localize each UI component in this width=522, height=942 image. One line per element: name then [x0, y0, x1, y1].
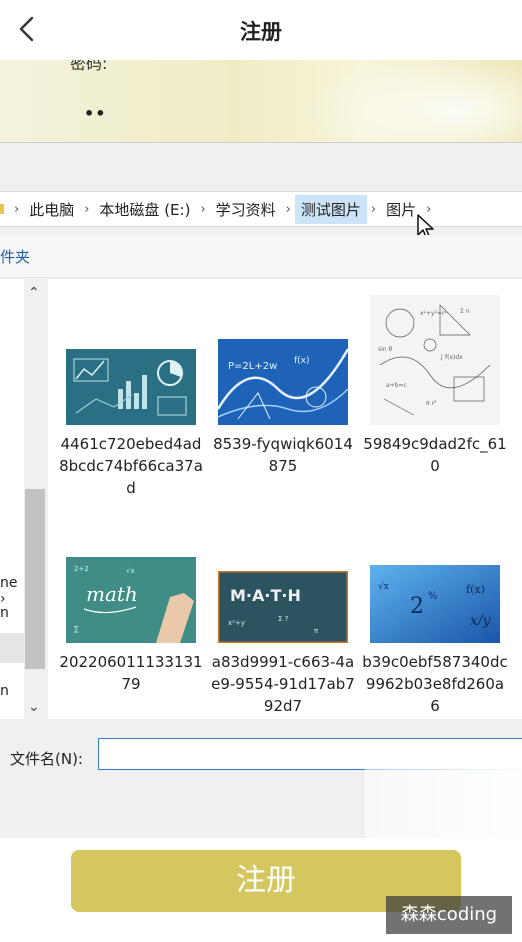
file-list-view: 4461c720ebed4ad8bcdc74bf66ca37ad P=2L+2w…: [48, 279, 522, 719]
decorative-swoosh: [312, 60, 522, 142]
navigation-pane[interactable]: ne › n n: [0, 279, 24, 719]
nav-scrollbar[interactable]: ⌃ ⌄: [24, 279, 46, 719]
svg-text:2+2: 2+2: [74, 565, 89, 573]
svg-text:∫ f(x)dx: ∫ f(x)dx: [440, 354, 463, 361]
svg-text:Σ ?: Σ ?: [278, 615, 289, 623]
image-thumbnail: [66, 349, 196, 425]
form-background: 密码: ••: [0, 60, 522, 142]
file-name: a83d9991-c663-4ae9-9554-91d17ab792d7: [211, 653, 355, 715]
file-item[interactable]: x²+y²=r² sin θ ∫ f(x)dx a+b=c π r² Σ n 59849…: [360, 295, 510, 477]
dialog-titlebar: [0, 143, 522, 189]
svg-text:x²+y: x²+y: [228, 619, 245, 627]
svg-text:f(x): f(x): [294, 356, 310, 366]
svg-text:math: math: [86, 582, 138, 606]
file-name: 20220601113313179: [59, 653, 203, 693]
breadcrumb-local-disk[interactable]: 本地磁盘 (E:): [93, 195, 196, 224]
scroll-down-icon[interactable]: ⌄: [28, 699, 40, 715]
file-name: 59849c9dad2fc_610: [363, 435, 507, 475]
password-field-value[interactable]: ••: [84, 104, 106, 123]
overlay-fade: [365, 755, 522, 838]
svg-text:M·A·T·H: M·A·T·H: [230, 586, 301, 605]
file-item[interactable]: 2 % f(x) x/y √x b39c0ebf587340dc9962b03e…: [360, 565, 510, 717]
filename-label: 文件名(N):: [10, 750, 83, 768]
folder-icon: [0, 204, 4, 214]
svg-text:x/y: x/y: [470, 613, 492, 629]
svg-text:f(x): f(x): [466, 583, 485, 596]
svg-text:Σ n: Σ n: [460, 308, 470, 315]
file-name: 4461c720ebed4ad8bcdc74bf66ca37ad: [59, 435, 203, 497]
new-folder-button[interactable]: 件夹: [0, 246, 30, 267]
svg-text:π r²: π r²: [426, 400, 437, 407]
nav-item-selected[interactable]: [0, 633, 24, 663]
chevron-right-icon[interactable]: ›: [80, 202, 93, 217]
chevron-right-icon[interactable]: ›: [196, 202, 209, 217]
file-name: b39c0ebf587340dc9962b03e8fd260a6: [362, 653, 508, 715]
chevron-right-icon[interactable]: ›: [10, 202, 23, 217]
breadcrumb-study-materials[interactable]: 学习资料: [210, 195, 282, 224]
svg-text:√x: √x: [126, 567, 135, 575]
image-thumbnail: 2 % f(x) x/y √x: [370, 565, 500, 643]
svg-text:2: 2: [410, 594, 424, 619]
chevron-right-icon[interactable]: ›: [282, 202, 295, 217]
svg-text:a+b=c: a+b=c: [386, 382, 407, 389]
file-item[interactable]: math 2+2 √x ∑ 20220601113313179: [56, 557, 206, 695]
nav-item[interactable]: ne ›: [0, 575, 24, 607]
svg-text:∑: ∑: [74, 625, 79, 633]
file-name: 8539-fyqwiqk6014875: [213, 435, 353, 475]
breadcrumb-this-pc[interactable]: 此电脑: [23, 195, 80, 224]
nav-item[interactable]: n: [0, 605, 9, 621]
file-open-dialog: › 此电脑 › 本地磁盘 (E:) › 学习资料 › 测试图片 › 图片 › 件…: [0, 142, 522, 838]
svg-text:P=2L+2w: P=2L+2w: [228, 361, 277, 372]
svg-text:√x: √x: [378, 581, 389, 592]
page-title: 注册: [240, 20, 282, 44]
file-item[interactable]: 4461c720ebed4ad8bcdc74bf66ca37ad: [56, 349, 206, 499]
nav-item[interactable]: n: [0, 683, 9, 699]
app-header: 注册: [0, 0, 522, 60]
chevron-right-icon[interactable]: ›: [367, 202, 380, 217]
image-thumbnail: P=2L+2w f(x): [218, 339, 348, 425]
scroll-up-icon[interactable]: ⌃: [28, 285, 40, 301]
scrollbar-thumb[interactable]: [25, 489, 45, 669]
svg-text:x²+y²=r²: x²+y²=r²: [420, 310, 447, 317]
password-label: 密码:: [70, 60, 108, 73]
file-item[interactable]: M·A·T·H x²+y Σ ? π a83d9991-c663-4ae9-9554…: [208, 571, 358, 717]
watermark: 森森coding: [386, 896, 512, 934]
svg-text:%: %: [428, 591, 438, 602]
file-item[interactable]: P=2L+2w f(x) 8539-fyqwiqk6014875: [208, 339, 358, 477]
image-thumbnail: x²+y²=r² sin θ ∫ f(x)dx a+b=c π r² Σ n: [370, 295, 500, 425]
dialog-toolbar: 件夹: [0, 235, 522, 278]
address-breadcrumb[interactable]: › 此电脑 › 本地磁盘 (E:) › 学习资料 › 测试图片 › 图片 ›: [0, 191, 522, 227]
svg-text:sin θ: sin θ: [378, 346, 393, 353]
image-thumbnail: M·A·T·H x²+y Σ ?π: [218, 571, 348, 643]
breadcrumb-test-images[interactable]: 测试图片: [294, 194, 367, 224]
image-thumbnail: math 2+2 √x ∑: [66, 557, 196, 643]
